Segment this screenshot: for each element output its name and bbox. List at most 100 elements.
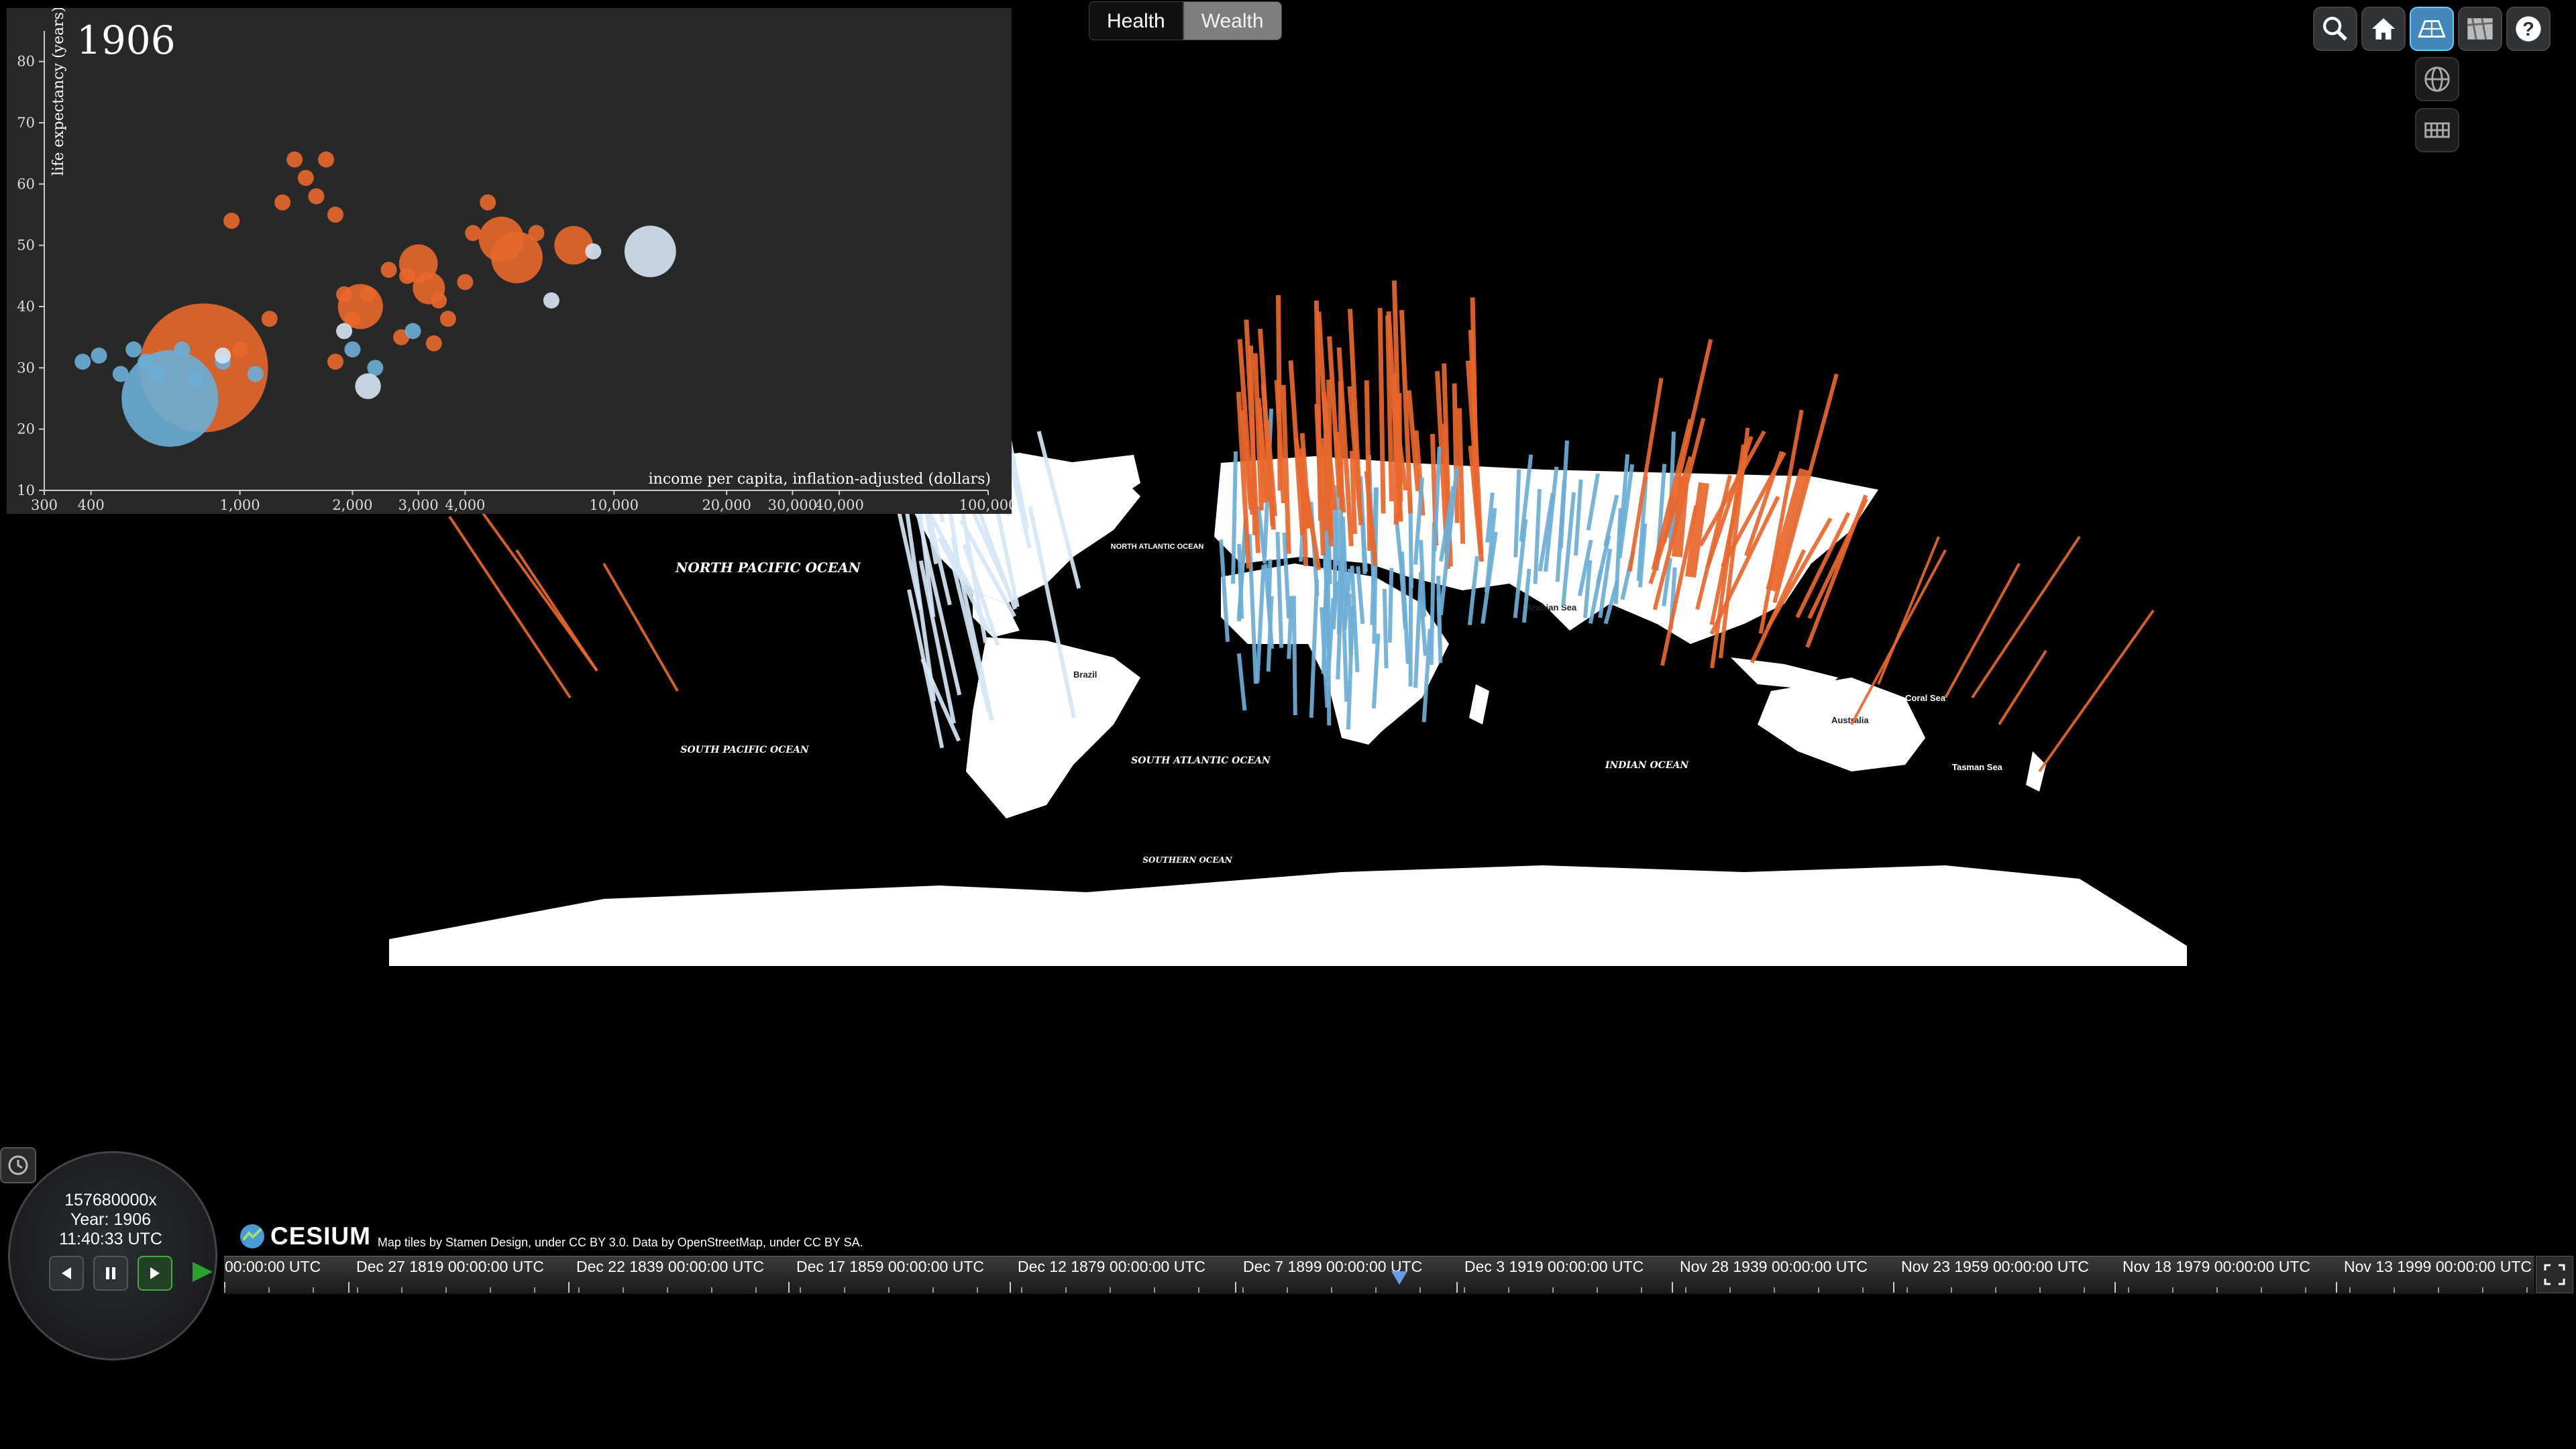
chart-bubble[interactable] [297,170,314,186]
chart-bubble[interactable] [286,151,303,168]
timeline-minor-tick [800,1287,801,1293]
chart-bubble[interactable] [125,341,142,358]
chart-bubble[interactable] [327,207,343,223]
data-column[interactable] [1387,568,1394,643]
data-column[interactable] [1998,649,2047,726]
clock-icon [8,1155,28,1175]
scene-mode-columbus-button[interactable] [2415,108,2459,152]
timeline-minor-tick [844,1287,845,1293]
chart-bubble[interactable] [457,274,474,290]
timeline[interactable]: 00:00:00 UTC Dec 27 1819 00:00:00 UTC Dec … [224,1256,2534,1294]
shuttle-ring-handle-icon[interactable] [189,1258,216,1285]
timeline-minor-tick [1951,1287,1952,1293]
chart-bubble[interactable] [554,225,593,265]
chart-bubble[interactable] [247,366,264,382]
timeline-minor-tick [1331,1287,1332,1293]
chart-bubble[interactable] [308,188,325,205]
timeline-minor-tick [667,1287,668,1293]
chart-bubble[interactable] [425,335,442,352]
chart-bubble[interactable] [112,366,129,382]
chart-bubble[interactable] [336,286,353,303]
animation-time: 11:40:33 UTC [59,1230,162,1248]
chart-bubble[interactable] [74,354,91,370]
chart-bubble[interactable] [215,347,231,364]
help-icon: ? [2516,16,2541,42]
chart-panel: 1906 80 70 60 50 40 30 20 10 300 400 1,000 2,000 3,0… [7,8,1012,514]
timeline-label: Dec 27 1819 00:00:00 UTC [356,1258,545,1275]
chart-bubble[interactable] [274,194,291,211]
timeline-tick [1456,1282,1458,1293]
tab-wealth[interactable]: Wealth [1183,1,1282,40]
timeline-label: Nov 18 1979 00:00:00 UTC [2123,1258,2311,1275]
timeline-minor-tick [268,1287,270,1293]
map-label-south-pacific: SOUTH PACIFIC OCEAN [680,745,809,755]
chart-bubble[interactable] [174,341,191,358]
data-column[interactable] [1347,594,1353,656]
timeline-minor-tick [224,1287,225,1293]
timeline-label: 00:00:00 UTC [225,1258,321,1275]
data-column[interactable] [1236,653,1247,711]
chart-bubble[interactable] [187,372,204,388]
play-button[interactable] [138,1256,172,1291]
cesium-logo[interactable]: CESIUM [238,1222,371,1250]
timeline-minor-tick [1198,1287,1199,1293]
chart-bubble[interactable] [480,194,496,211]
chart-bubble[interactable] [543,292,559,309]
chart-bubble[interactable] [585,243,602,260]
chart-bubble[interactable] [624,225,676,278]
chart-xlabel: income per capita, inflation-adjusted (d… [649,471,991,488]
pause-button[interactable] [93,1256,128,1291]
chart-bubble[interactable] [344,341,361,358]
bubble-chart[interactable]: 1906 80 70 60 50 40 30 20 10300 400 1,000 2,000 3,0… [7,8,1012,514]
chart-bubble[interactable] [138,354,154,370]
scene-mode-3d-button[interactable] [2415,57,2459,101]
timeline-tick [1010,1282,1011,1293]
chart-bubble[interactable] [91,347,107,364]
clock-reset-button[interactable] [0,1147,36,1183]
data-column[interactable] [1672,476,1689,557]
chart-bubble[interactable] [327,354,343,370]
chart-bubble[interactable] [431,292,447,309]
data-column[interactable] [1382,588,1389,669]
data-column[interactable] [1436,576,1443,663]
chart-y-tick-label: 50 [17,237,35,254]
tab-health[interactable]: Health [1089,1,1183,40]
search-button[interactable] [2313,7,2357,51]
chart-bubble[interactable] [318,151,335,168]
chart-bubble[interactable] [355,373,381,399]
chart-bubble[interactable] [148,366,165,382]
chart-bubble[interactable] [528,225,545,241]
data-column[interactable] [2038,609,2155,773]
chart-bubble[interactable] [360,286,376,303]
chart-bubble[interactable] [261,311,278,327]
home-button[interactable] [2361,7,2406,51]
timeline-minor-tick [2261,1287,2262,1293]
chart-bubble[interactable] [121,350,219,447]
data-column[interactable] [1377,308,1386,514]
timeline-needle[interactable] [1391,1271,1407,1285]
data-column[interactable] [1291,596,1297,716]
base-layer-picker-button[interactable] [2458,7,2502,51]
data-column[interactable] [602,562,679,692]
data-column[interactable] [1877,536,1940,685]
chart-bubble[interactable] [231,341,248,358]
timeline-tick [1672,1282,1673,1293]
data-column[interactable] [1231,451,1238,584]
timeline-minor-tick [2482,1287,2483,1293]
scene-mode-2d-button[interactable] [2410,7,2454,51]
chart-bubble[interactable] [465,225,482,241]
data-column[interactable] [1287,596,1294,659]
chart-bubble[interactable] [336,323,353,339]
data-column[interactable] [1364,380,1373,551]
help-button[interactable]: ? [2506,7,2551,51]
chart-bubble[interactable] [439,311,456,327]
reverse-button[interactable] [49,1256,84,1291]
timeline-minor-tick [1729,1287,1731,1293]
data-column[interactable] [1338,381,1344,510]
data-column[interactable] [1360,516,1367,574]
fullscreen-button[interactable] [2536,1256,2573,1293]
chart-bubble[interactable] [380,262,397,278]
chart-bubble[interactable] [223,213,240,229]
chart-bubble[interactable] [405,323,421,339]
data-column[interactable] [1944,563,2021,698]
